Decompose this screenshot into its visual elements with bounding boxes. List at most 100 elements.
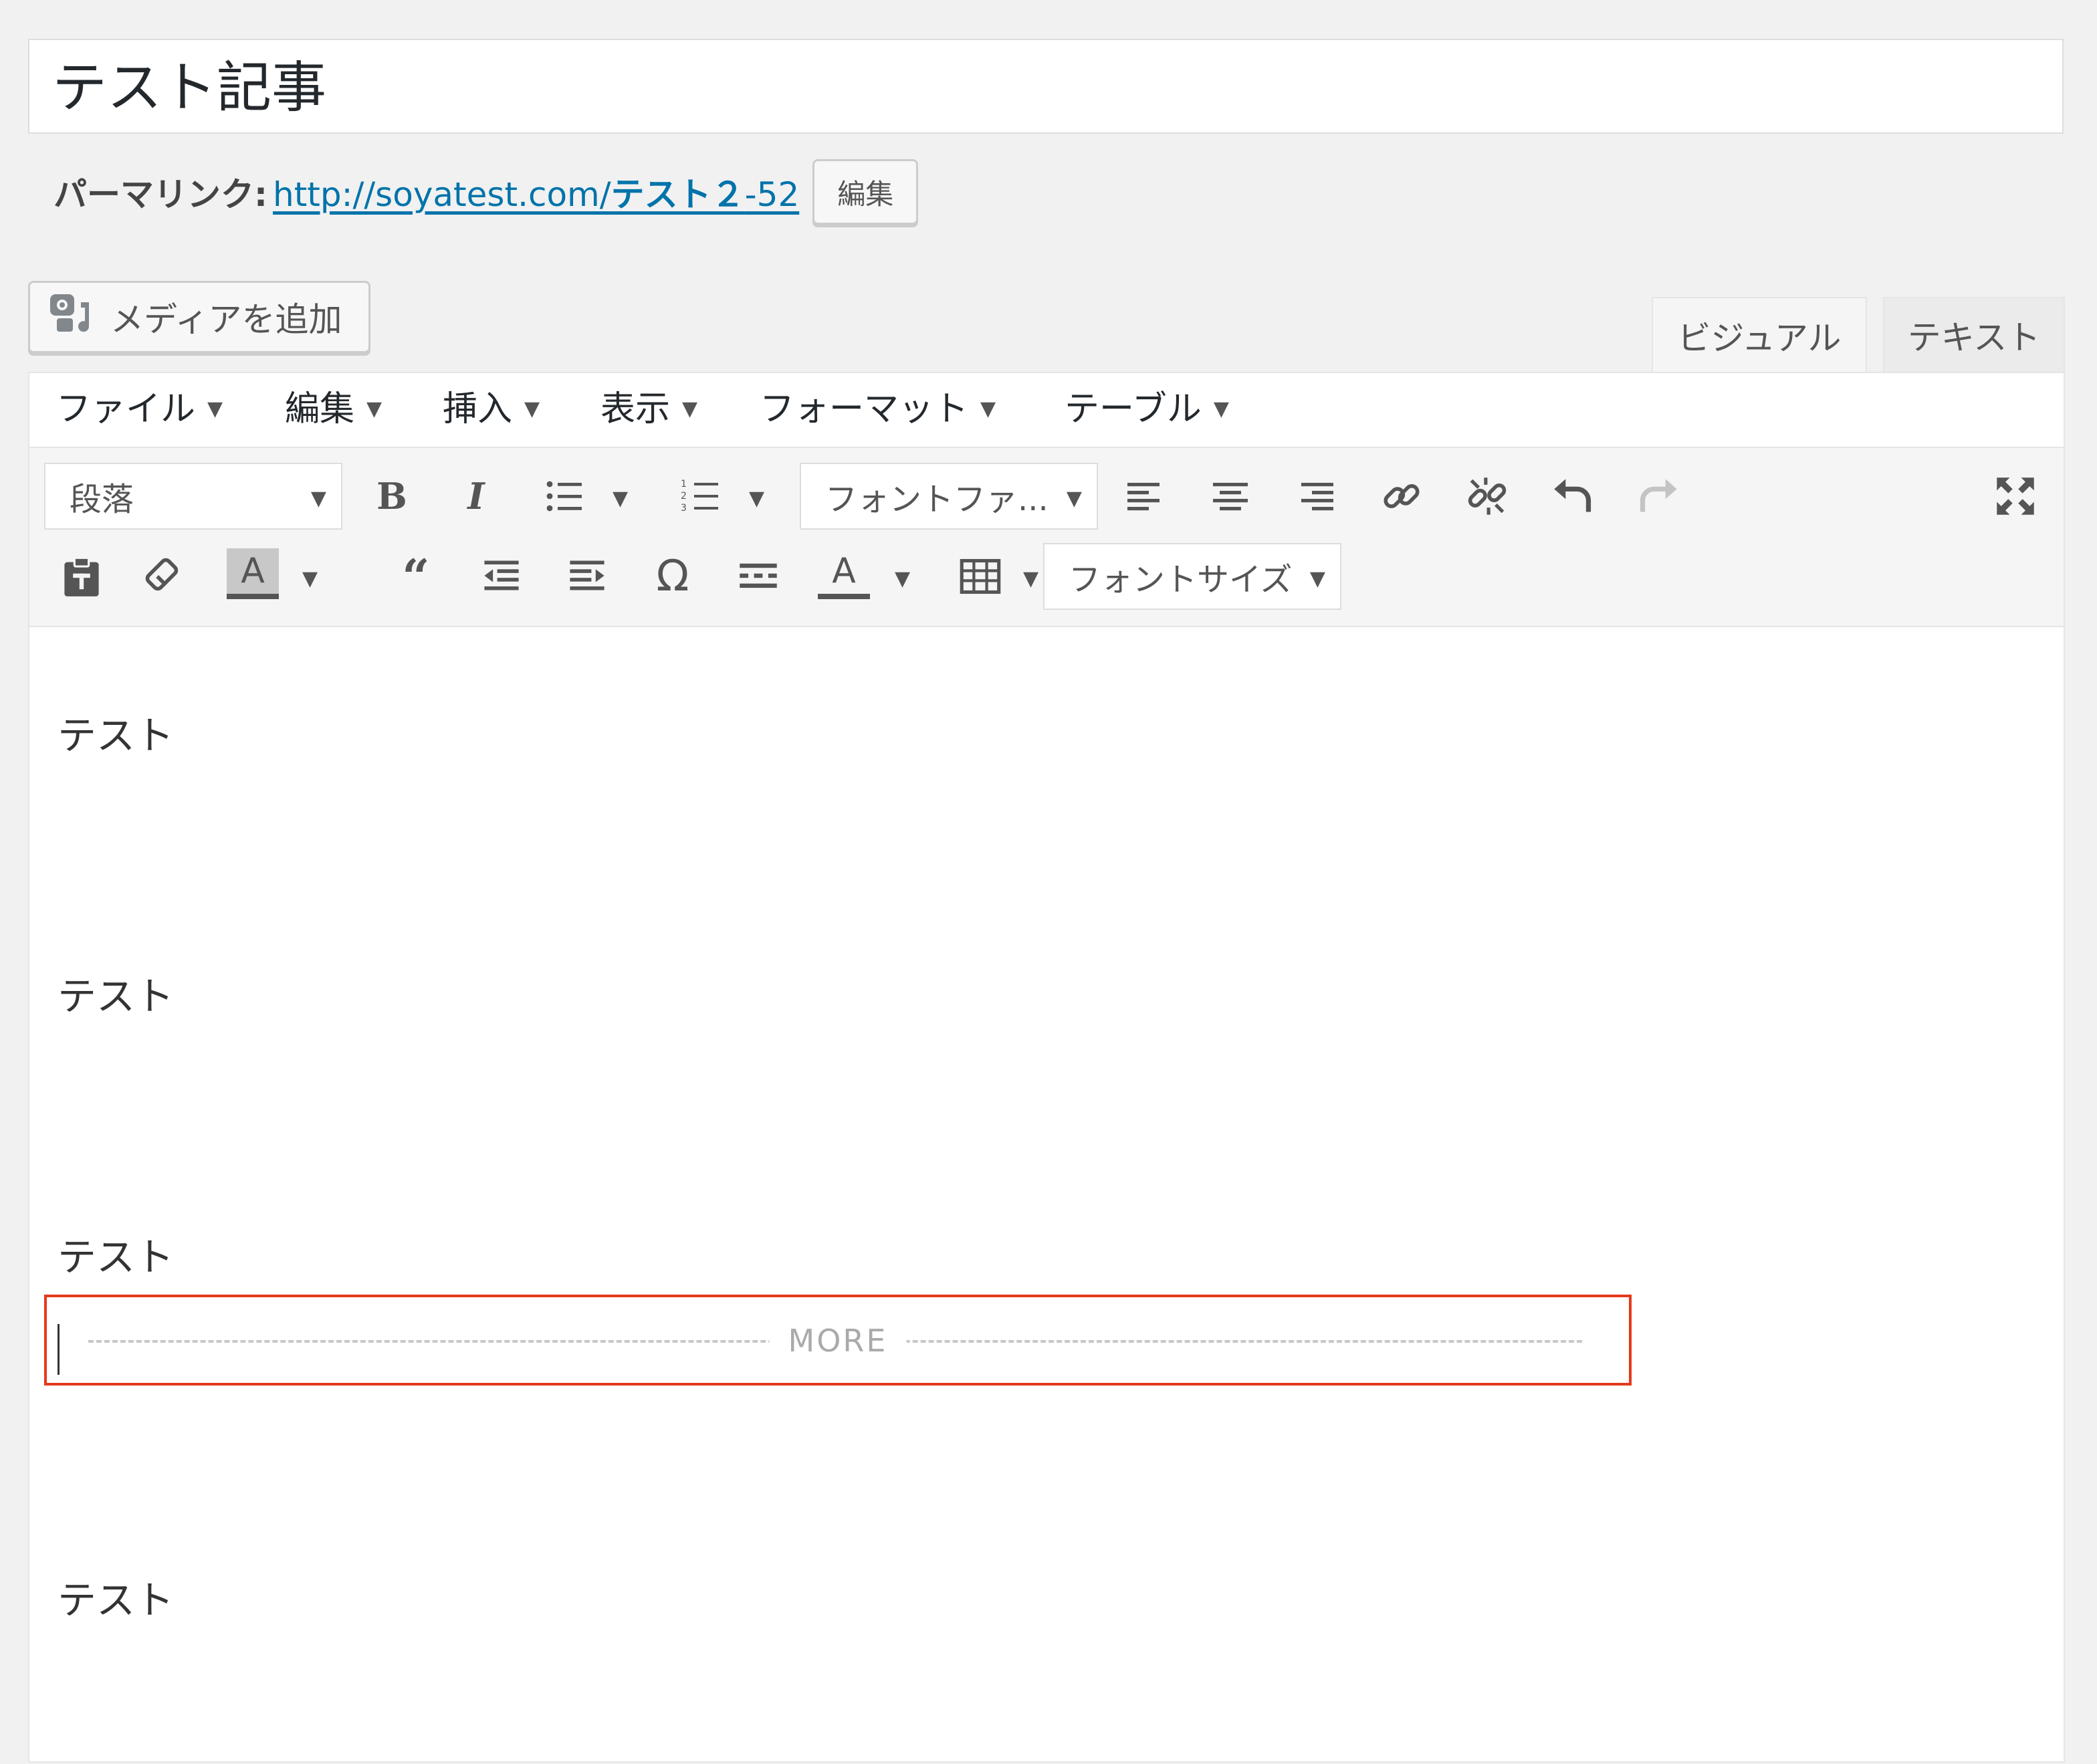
menu-insert-label: 挿入 <box>443 389 513 429</box>
menu-table[interactable]: テーブル ▼ <box>1065 385 1229 433</box>
text-color-glyph: A <box>832 551 856 591</box>
menu-view[interactable]: 表示 ▼ <box>600 385 697 433</box>
menu-insert[interactable]: 挿入 ▼ <box>443 385 540 433</box>
tab-visual[interactable]: ビジュアル <box>1652 297 1867 373</box>
chevron-down-icon: ▼ <box>682 397 698 421</box>
svg-text:2: 2 <box>681 491 687 502</box>
paragraph: テスト <box>58 1234 175 1280</box>
chevron-down-icon: ▼ <box>1309 567 1325 590</box>
remove-link-button[interactable] <box>1459 468 1515 524</box>
chevron-down-icon: ▼ <box>1213 397 1229 421</box>
redo-icon <box>1640 479 1677 512</box>
indent-button[interactable] <box>559 548 615 604</box>
table-icon <box>960 558 1001 594</box>
bullet-list-icon <box>546 481 582 512</box>
chevron-down-icon[interactable]: ▼ <box>613 487 628 510</box>
editor-content[interactable]: テスト テスト テスト MORE テスト <box>29 627 2064 1764</box>
align-center-button[interactable] <box>1202 468 1258 524</box>
outdent-icon <box>484 560 519 590</box>
menu-edit[interactable]: 編集 ▼ <box>285 385 382 433</box>
insert-link-button[interactable] <box>1373 468 1430 524</box>
numbered-list-button[interactable]: 1 2 3 <box>673 468 729 524</box>
italic-button[interactable]: I <box>448 468 504 524</box>
table-button[interactable] <box>952 548 1008 604</box>
align-left-icon <box>1127 483 1160 511</box>
redo-button[interactable] <box>1630 468 1686 524</box>
undo-button[interactable] <box>1545 468 1601 524</box>
menu-file-label: ファイル <box>56 389 196 429</box>
quote-icon: “ <box>402 548 430 605</box>
highlight-icon: A <box>227 548 279 599</box>
media-icon <box>49 292 97 342</box>
align-right-button[interactable] <box>1288 468 1344 524</box>
add-media-button[interactable]: メディアを追加 <box>28 281 370 353</box>
menu-format-label: フォーマット <box>760 389 969 429</box>
chevron-down-icon: ▼ <box>524 397 540 421</box>
menu-format[interactable]: フォーマット ▼ <box>760 385 996 433</box>
font-size-select[interactable]: フォントサイズ ▼ <box>1043 543 1341 610</box>
chevron-down-icon[interactable]: ▼ <box>749 487 764 510</box>
paragraph: テスト <box>58 1577 175 1623</box>
permalink-url-base: http://soyatest.com/ <box>273 175 611 214</box>
more-tag-highlight: MORE <box>44 1295 1632 1386</box>
numbered-list-icon: 1 2 3 <box>681 479 718 514</box>
editor-toolbar: 段落 ▼ B I ▼ 1 2 3 ▼ フォントファ... ▼ A ▼ “ Ω A… <box>29 448 2064 627</box>
chevron-down-icon: ▼ <box>980 397 996 421</box>
italic-icon: I <box>467 475 485 518</box>
undo-icon <box>1554 479 1591 512</box>
clear-formatting-button[interactable] <box>138 548 194 604</box>
blockquote-button[interactable]: “ <box>388 548 444 605</box>
bold-button[interactable]: B <box>364 468 420 524</box>
permalink-label: パーマリンク: <box>53 175 267 214</box>
paragraph-format-value: 段落 <box>70 481 134 518</box>
font-size-value: フォントサイズ <box>1069 561 1293 598</box>
chevron-down-icon[interactable]: ▼ <box>895 567 910 590</box>
text-color-icon: A <box>818 548 870 599</box>
unlink-icon <box>1468 477 1507 515</box>
fullscreen-button[interactable] <box>1987 468 2044 524</box>
eraser-icon <box>145 558 179 591</box>
bold-icon: B <box>376 475 407 518</box>
chevron-down-icon: ▼ <box>1066 487 1082 510</box>
menu-table-label: テーブル <box>1065 389 1202 429</box>
align-right-icon <box>1301 483 1333 511</box>
post-title-input[interactable]: テスト記事 <box>28 39 2064 134</box>
post-title: テスト記事 <box>52 56 327 120</box>
paragraph-format-select[interactable]: 段落 ▼ <box>44 463 342 530</box>
background-color-button[interactable]: A <box>225 546 281 602</box>
clipboard-icon <box>64 556 99 596</box>
outdent-button[interactable] <box>473 548 530 604</box>
bullet-list-button[interactable] <box>536 468 592 524</box>
horizontal-line-icon <box>740 563 777 588</box>
chevron-down-icon: ▼ <box>207 397 223 421</box>
indent-icon <box>570 560 604 590</box>
background-color-glyph: A <box>241 551 265 591</box>
menu-file[interactable]: ファイル ▼ <box>56 385 223 433</box>
tab-text[interactable]: テキスト <box>1883 297 2065 373</box>
add-media-label: メディアを追加 <box>110 300 342 339</box>
paragraph: テスト <box>58 713 175 758</box>
link-icon <box>1384 484 1420 508</box>
horizontal-line-button[interactable] <box>730 548 786 604</box>
menu-edit-label: 編集 <box>285 389 355 429</box>
menu-view-label: 表示 <box>600 389 671 429</box>
paragraph: テスト <box>58 974 175 1019</box>
permalink-slug: テスト２ <box>611 175 745 214</box>
editor: ファイル ▼ 編集 ▼ 挿入 ▼ 表示 ▼ フォーマット ▼ テーブル ▼ 段落 ▼ B I <box>28 372 2065 1763</box>
chevron-down-icon[interactable]: ▼ <box>1023 567 1038 590</box>
align-left-button[interactable] <box>1117 468 1173 524</box>
special-character-button[interactable]: Ω <box>645 548 701 604</box>
text-cursor <box>58 1324 60 1375</box>
permalink-suffix: -52 <box>744 175 800 214</box>
more-tag-label: MORE <box>769 1323 907 1359</box>
chevron-down-icon[interactable]: ▼ <box>302 567 318 590</box>
permalink-link[interactable]: http://soyatest.com/テスト２-52 <box>273 168 799 216</box>
fullscreen-icon <box>1997 477 2034 515</box>
svg-text:1: 1 <box>681 479 687 489</box>
paste-as-text-button[interactable] <box>53 548 110 604</box>
editor-menubar: ファイル ▼ 編集 ▼ 挿入 ▼ 表示 ▼ フォーマット ▼ テーブル ▼ <box>29 373 2064 448</box>
text-color-button[interactable]: A <box>816 546 872 602</box>
align-center-icon <box>1213 483 1248 511</box>
font-family-select[interactable]: フォントファ... ▼ <box>800 463 1098 530</box>
permalink-edit-button[interactable]: 編集 <box>812 159 919 225</box>
